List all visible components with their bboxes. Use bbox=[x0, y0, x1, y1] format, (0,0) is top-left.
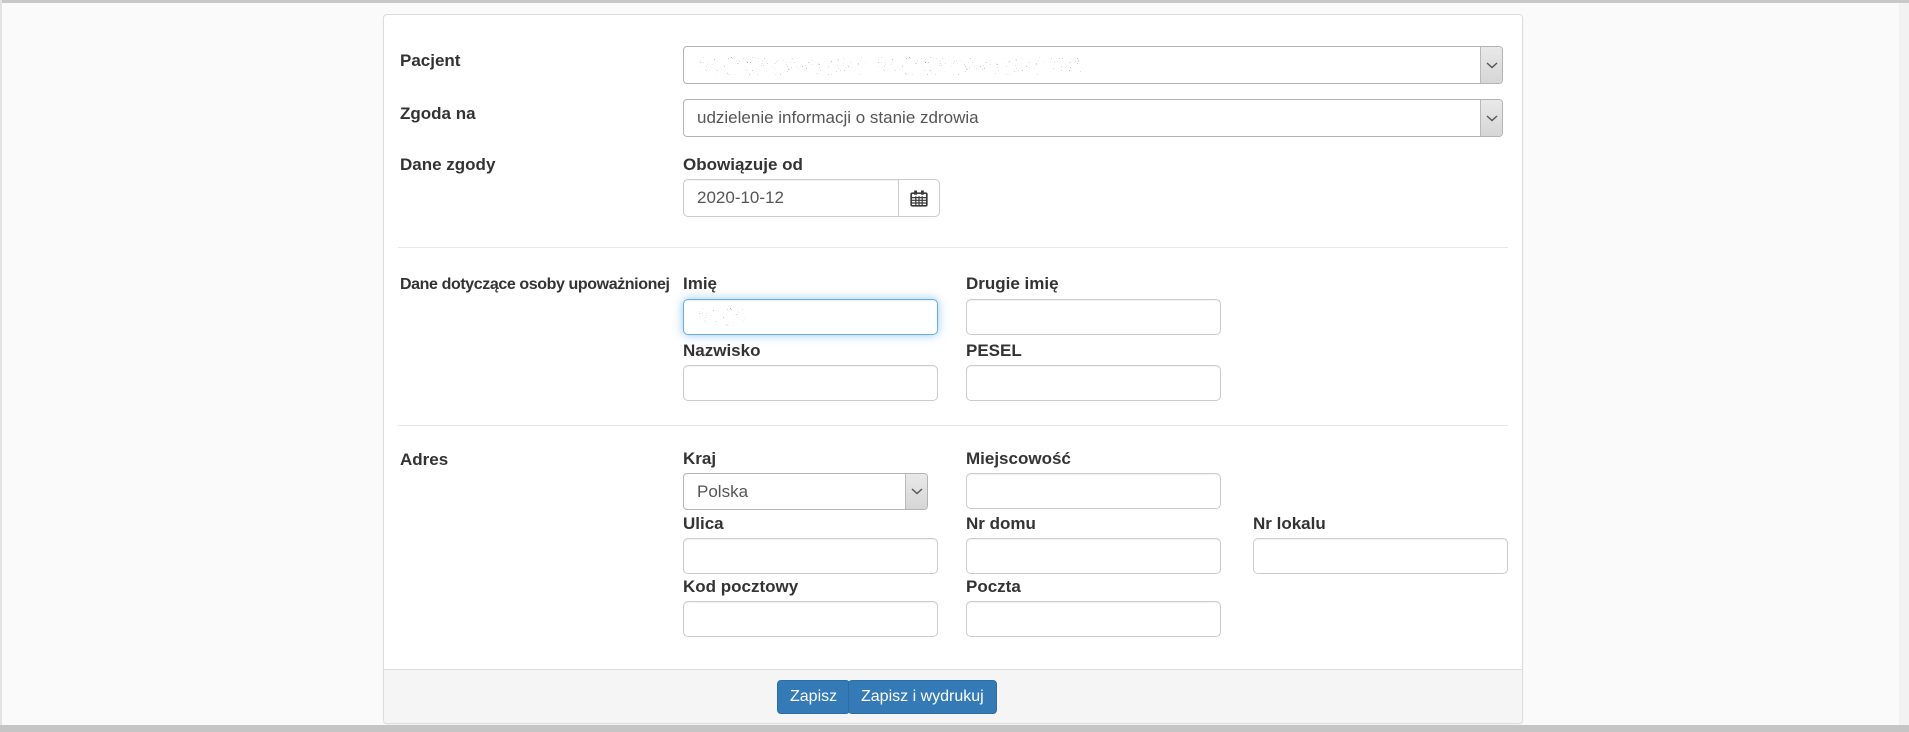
nr-lokalu-input[interactable] bbox=[1253, 538, 1508, 574]
nazwisko-input[interactable] bbox=[683, 365, 938, 401]
miejscowosc-label: Miejscowość bbox=[966, 449, 1071, 468]
chevron-down-icon bbox=[1480, 100, 1502, 136]
kod-pocztowy-input[interactable] bbox=[683, 601, 938, 637]
save-and-print-button[interactable]: Zapisz i wydrukuj bbox=[848, 680, 997, 714]
nr-domu-input[interactable] bbox=[966, 538, 1221, 574]
section-divider bbox=[398, 425, 1508, 426]
window-bottom-edge bbox=[0, 725, 1909, 732]
section-divider bbox=[398, 247, 1508, 248]
consent-form-page: Pacjent Zgoda na udzielenie informacji o… bbox=[0, 0, 1909, 732]
window-top-edge bbox=[0, 0, 1909, 3]
miejscowosc-input[interactable] bbox=[966, 473, 1221, 509]
zgoda-na-selected-value: udzielenie informacji o stanie zdrowia bbox=[697, 108, 979, 127]
obowiazuje-od-input[interactable] bbox=[683, 179, 899, 217]
pesel-label: PESEL bbox=[966, 341, 1022, 360]
kraj-select[interactable]: Polska bbox=[683, 473, 928, 510]
chevron-down-icon bbox=[905, 474, 927, 509]
zgoda-na-select[interactable]: udzielenie informacji o stanie zdrowia bbox=[683, 99, 1503, 137]
imie-label: Imię bbox=[683, 274, 718, 293]
date-picker-button[interactable] bbox=[898, 179, 940, 217]
vertical-scrollbar[interactable] bbox=[1899, 3, 1909, 725]
redacted-imie-value bbox=[697, 308, 745, 326]
poczta-label: Poczta bbox=[966, 577, 1021, 596]
pacjent-select[interactable] bbox=[683, 46, 1503, 84]
osoba-section-label: Dane dotyczące osoby upoważnionej bbox=[400, 276, 670, 293]
adres-section-label: Adres bbox=[400, 450, 449, 469]
chevron-down-icon bbox=[1480, 47, 1502, 83]
window-left-edge bbox=[0, 0, 2, 732]
kraj-selected-value: Polska bbox=[697, 481, 749, 501]
pesel-input[interactable] bbox=[966, 365, 1221, 401]
save-button[interactable]: Zapisz bbox=[777, 680, 851, 714]
nazwisko-label: Nazwisko bbox=[683, 341, 761, 360]
ulica-input[interactable] bbox=[683, 538, 938, 574]
zgoda-na-label: Zgoda na bbox=[400, 104, 476, 123]
dane-zgody-section-label: Dane zgody bbox=[400, 155, 496, 174]
nr-lokalu-label: Nr lokalu bbox=[1253, 514, 1326, 533]
kraj-label: Kraj bbox=[683, 449, 717, 468]
drugie-imie-input[interactable] bbox=[966, 299, 1221, 335]
redacted-patient-last-name bbox=[876, 57, 1081, 75]
drugie-imie-label: Drugie imię bbox=[966, 274, 1059, 293]
pacjent-label: Pacjent bbox=[400, 51, 461, 70]
calendar-icon bbox=[910, 190, 928, 207]
kod-pocztowy-label: Kod pocztowy bbox=[683, 577, 799, 596]
redacted-patient-first-name bbox=[698, 57, 866, 75]
poczta-input[interactable] bbox=[966, 601, 1221, 637]
ulica-label: Ulica bbox=[683, 514, 724, 533]
obowiazuje-od-label: Obowiązuje od bbox=[683, 155, 803, 174]
nr-domu-label: Nr domu bbox=[966, 514, 1036, 533]
